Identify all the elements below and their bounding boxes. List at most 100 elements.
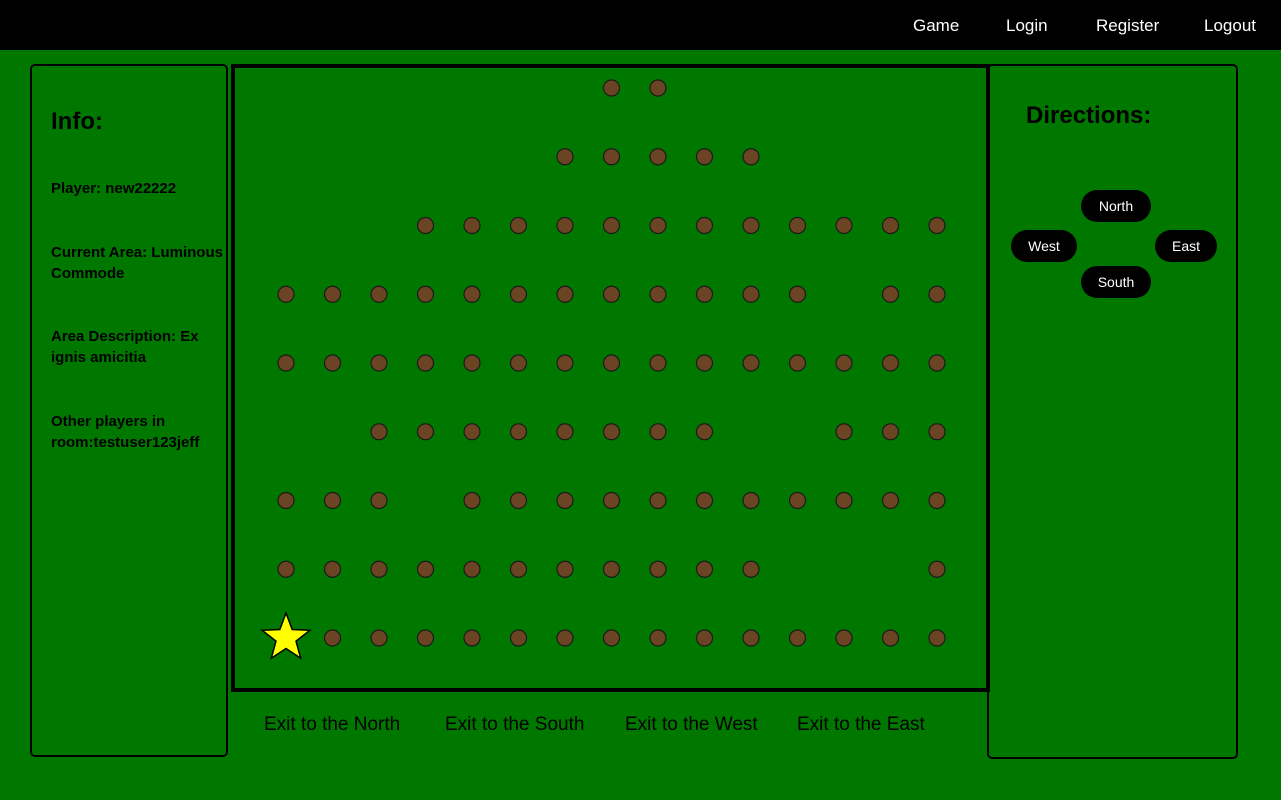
map-cell-dot xyxy=(416,423,435,441)
info-title: Info: xyxy=(51,108,103,135)
map-cell-dot xyxy=(556,491,574,510)
map-cell-dot xyxy=(277,491,295,510)
map-cell-dot xyxy=(416,216,435,235)
map-cell-dot xyxy=(928,354,946,372)
map-cell-dot xyxy=(788,491,807,510)
map-cell-dot xyxy=(881,354,900,372)
map-cell-dot xyxy=(835,491,853,510)
exits-row: Exit to the North Exit to the South Exit… xyxy=(231,712,990,742)
map-cell-dot xyxy=(881,491,900,510)
current-area: Current Area: Luminous Commode xyxy=(51,244,223,282)
map-cell-dot xyxy=(742,285,760,303)
map-cell-dot xyxy=(602,354,621,372)
nav-register-link[interactable]: Register xyxy=(1096,16,1159,36)
nav-login-link[interactable]: Login xyxy=(1006,16,1048,36)
map-cell-dot xyxy=(649,560,667,578)
map-cell-dot xyxy=(649,354,667,372)
map-cell-dot xyxy=(509,285,528,303)
map-cell-dot xyxy=(509,560,528,578)
map-cell-dot xyxy=(695,560,714,578)
map-cell-dot xyxy=(556,148,574,166)
map-cell-dot xyxy=(695,629,714,647)
player-name: Player: new22222 xyxy=(51,180,177,197)
map-cell-dot xyxy=(649,148,667,166)
exit-west-link[interactable]: Exit to the West xyxy=(625,714,758,736)
map-cell-dot xyxy=(463,560,481,578)
map-cell-dot xyxy=(649,629,667,647)
map-cell-dot xyxy=(416,560,435,578)
other-players: Other players in room:testuser123jeff xyxy=(51,413,200,451)
map-cell-dot xyxy=(556,216,574,235)
map-cell-dot xyxy=(742,216,760,235)
map-cell-dot xyxy=(556,560,574,578)
map-cell-dot xyxy=(509,354,528,372)
map-cell-dot xyxy=(370,560,388,578)
map-cell-dot xyxy=(602,216,621,235)
area-description: Area Description: Ex ignis amicitia xyxy=(51,328,199,366)
map-cell-dot xyxy=(649,491,667,510)
map-cell-dot xyxy=(881,423,900,441)
map-cell-dot xyxy=(463,285,481,303)
map-cell-dot xyxy=(556,285,574,303)
map-cell-dot xyxy=(602,148,621,166)
map-cell-dot xyxy=(602,491,621,510)
map-cell-dot xyxy=(695,216,714,235)
map-cell-dot xyxy=(695,148,714,166)
map-cell-dot xyxy=(928,629,946,647)
map-cell-dot xyxy=(323,354,342,372)
player-star-icon xyxy=(260,610,312,660)
map-cell-dot xyxy=(742,491,760,510)
map-cell-dot xyxy=(463,216,481,235)
map-cell-dot xyxy=(509,491,528,510)
map-cell-dot xyxy=(928,491,946,510)
map-cell-dot xyxy=(277,560,295,578)
map-cell-dot xyxy=(835,216,853,235)
map-cell-dot xyxy=(742,354,760,372)
map-board xyxy=(231,64,990,692)
map-cell-dot xyxy=(556,423,574,441)
north-button[interactable]: North xyxy=(1081,190,1151,222)
map-cell-dot xyxy=(416,285,435,303)
map-cell-dot xyxy=(835,354,853,372)
map-cell-dot xyxy=(463,491,481,510)
map-cell-dot xyxy=(370,423,388,441)
map-cell-dot xyxy=(323,629,342,647)
directions-panel: Directions: North West East South xyxy=(987,64,1238,759)
map-cell-dot xyxy=(323,285,342,303)
map-cell-dot xyxy=(602,560,621,578)
map-cell-dot xyxy=(556,354,574,372)
map-cell-dot xyxy=(788,285,807,303)
east-button[interactable]: East xyxy=(1155,230,1217,262)
south-button[interactable]: South xyxy=(1081,266,1151,298)
map-cell-dot xyxy=(509,423,528,441)
map-cell-dot xyxy=(509,216,528,235)
map-cell-dot xyxy=(695,491,714,510)
map-cell-dot xyxy=(695,285,714,303)
nav-logout-link[interactable]: Logout xyxy=(1204,16,1256,36)
nav-game-link[interactable]: Game xyxy=(913,16,959,36)
map-cell-dot xyxy=(881,285,900,303)
map-cell-dot xyxy=(928,285,946,303)
west-button[interactable]: West xyxy=(1011,230,1077,262)
map-cell-dot xyxy=(788,629,807,647)
map-cell-dot xyxy=(881,629,900,647)
map-cell-dot xyxy=(649,423,667,441)
map-cell-dot xyxy=(835,629,853,647)
map-cell-dot xyxy=(370,491,388,510)
map-cell-dot xyxy=(416,354,435,372)
map-cell-dot xyxy=(416,629,435,647)
top-navbar: Game Login Register Logout xyxy=(0,0,1281,50)
map-cell-dot xyxy=(602,79,621,97)
map-cell-dot xyxy=(556,629,574,647)
exit-north-link[interactable]: Exit to the North xyxy=(264,714,400,736)
map-cell-dot xyxy=(695,423,714,441)
exit-east-link[interactable]: Exit to the East xyxy=(797,714,925,736)
map-cell-dot xyxy=(695,354,714,372)
map-cell-dot xyxy=(928,560,946,578)
map-cell-dot xyxy=(277,354,295,372)
map-cell-dot xyxy=(323,491,342,510)
map-cell-dot xyxy=(742,148,760,166)
map-cell-dot xyxy=(649,216,667,235)
exit-south-link[interactable]: Exit to the South xyxy=(445,714,584,736)
map-cell-dot xyxy=(928,423,946,441)
